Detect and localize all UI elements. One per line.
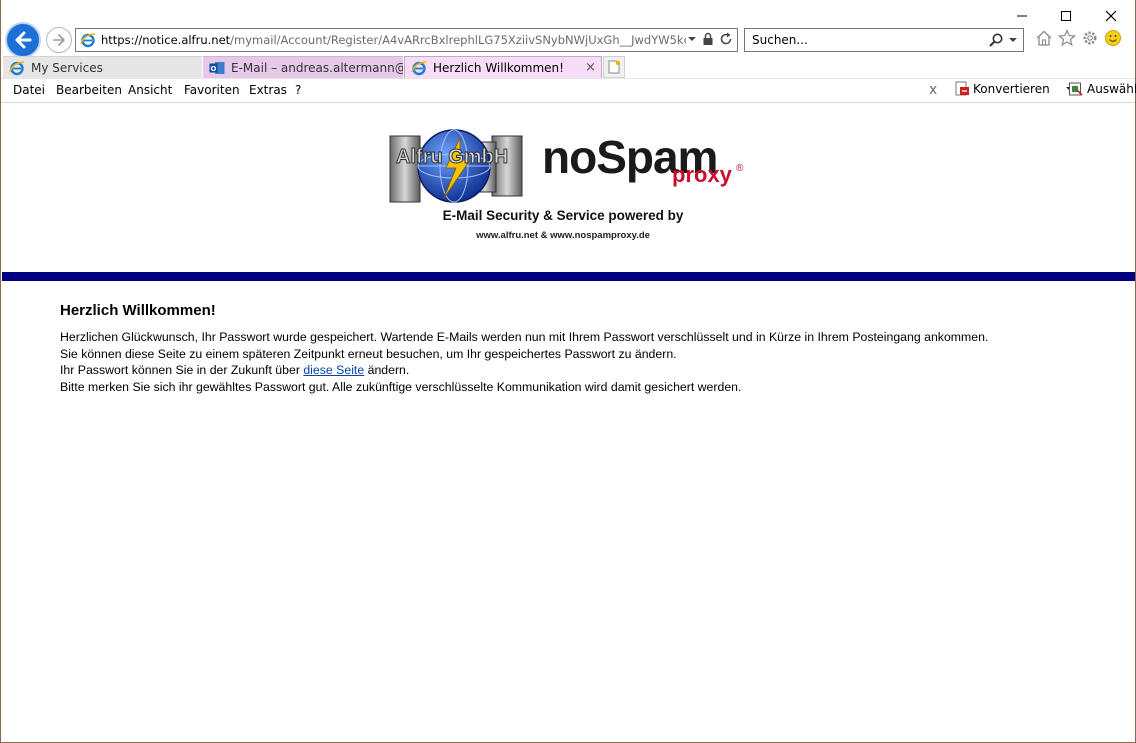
menu-favoriten[interactable]: Favoriten: [184, 83, 240, 97]
header-divider: [2, 272, 1135, 281]
address-bar[interactable]: https://notice.alfru.net/mymail/Account/…: [75, 28, 738, 52]
message-line-3-start: Ihr Passwort können Sie in der Zukunft ü…: [60, 363, 304, 377]
new-tab-icon: [608, 60, 621, 74]
menu-datei[interactable]: Datei: [13, 83, 45, 97]
menu-ansicht[interactable]: Ansicht: [128, 83, 172, 97]
menu-bar: Datei Bearbeiten Ansicht Favoriten Extra…: [1, 78, 1136, 103]
menu-help[interactable]: ?: [295, 83, 301, 97]
page-content: Alfru GmbH noSpam proxy ® E-Mail Securit…: [2, 104, 1135, 742]
ie-icon: [80, 33, 96, 48]
svg-text:O: O: [211, 64, 217, 72]
dropdown-arrow-icon[interactable]: [687, 34, 697, 44]
message-line-3: Ihr Passwort können Sie in der Zukunft ü…: [60, 362, 1060, 379]
close-tab-icon[interactable]: ×: [585, 60, 596, 75]
back-arrow-icon: [15, 31, 32, 49]
browser-window: https://notice.alfru.net/mymail/Account/…: [0, 0, 1136, 743]
product-logo-sub: proxy: [672, 162, 732, 187]
header-logo: Alfru GmbH noSpam proxy ®: [388, 122, 750, 203]
tab-strip: My Services O E-Mail – andreas.altermann…: [1, 56, 1135, 78]
menu-extras[interactable]: Extras: [249, 83, 287, 97]
tagline: E-Mail Security & Service powered by: [442, 208, 684, 223]
message-line-1: Herzlichen Glückwunsch, Ihr Passwort wur…: [60, 330, 989, 344]
search-input[interactable]: Suchen...: [744, 28, 1024, 52]
search-dropdown-icon[interactable]: [1008, 35, 1018, 45]
konvertieren-label: Konvertieren: [973, 82, 1050, 96]
home-icon[interactable]: [1035, 29, 1053, 47]
minimize-icon[interactable]: [1010, 6, 1034, 26]
tab-label: Herzlich Willkommen!: [433, 60, 564, 75]
url-scheme: https://notice.: [101, 33, 182, 47]
url-path: /mymail/Account/Register/A4vARrcBxlrephl…: [230, 33, 686, 47]
tab-email[interactable]: O E-Mail – andreas.altermann@o...: [203, 56, 403, 78]
message-line-3-end: ändern.: [364, 363, 410, 377]
password-page-link[interactable]: diese Seite: [303, 363, 364, 377]
ie-icon: [9, 60, 25, 75]
search-icon[interactable]: [988, 32, 1004, 48]
tab-label: E-Mail – andreas.altermann@o...: [231, 60, 403, 75]
navigation-bar: https://notice.alfru.net/mymail/Account/…: [1, 0, 1135, 58]
refresh-icon[interactable]: [719, 32, 733, 46]
url-text: https://notice.alfru.net/mymail/Account/…: [101, 33, 686, 47]
company-logo-text: Alfru GmbH: [395, 146, 509, 169]
tab-my-services[interactable]: My Services: [3, 56, 202, 78]
maximize-icon[interactable]: [1054, 6, 1078, 26]
forward-arrow-icon: [53, 34, 65, 46]
ie-icon: [411, 60, 427, 75]
close-window-icon[interactable]: [1099, 6, 1123, 26]
back-button[interactable]: [5, 22, 41, 58]
tab-label: My Services: [31, 60, 103, 75]
search-placeholder: Suchen...: [752, 33, 808, 47]
select-icon: [1069, 82, 1083, 96]
registered-mark: ®: [736, 163, 744, 174]
menu-bearbeiten[interactable]: Bearbeiten: [56, 83, 122, 97]
auswaehlen-button[interactable]: Auswähle: [1068, 81, 1136, 97]
url-domain: alfru.net: [181, 33, 231, 47]
page-title: Herzlich Willkommen!: [60, 302, 216, 319]
favorites-star-icon[interactable]: [1058, 29, 1076, 47]
lock-icon[interactable]: [702, 32, 714, 46]
close-toolbar-icon[interactable]: x: [929, 82, 937, 98]
tab-herzlich-willkommen[interactable]: Herzlich Willkommen! ×: [404, 56, 602, 78]
konvertieren-button[interactable]: Konvertieren: [954, 81, 1075, 97]
new-tab-button[interactable]: [603, 56, 625, 78]
pdf-convert-icon: [955, 81, 969, 96]
gear-icon[interactable]: [1081, 29, 1099, 47]
message-line-4: Bitte merken Sie sich ihr gewähltes Pass…: [60, 379, 742, 394]
forward-button[interactable]: [46, 27, 72, 53]
auswaehlen-label: Auswähle: [1087, 82, 1136, 96]
confirmation-message: Herzlichen Glückwunsch, Ihr Passwort wur…: [60, 329, 1060, 395]
outlook-icon: O: [209, 61, 225, 74]
tagline-urls: www.alfru.net & www.nospamproxy.de: [476, 230, 650, 241]
smiley-feedback-icon[interactable]: [1104, 29, 1122, 47]
message-line-2: Sie können diese Seite zu einem späteren…: [60, 346, 677, 361]
